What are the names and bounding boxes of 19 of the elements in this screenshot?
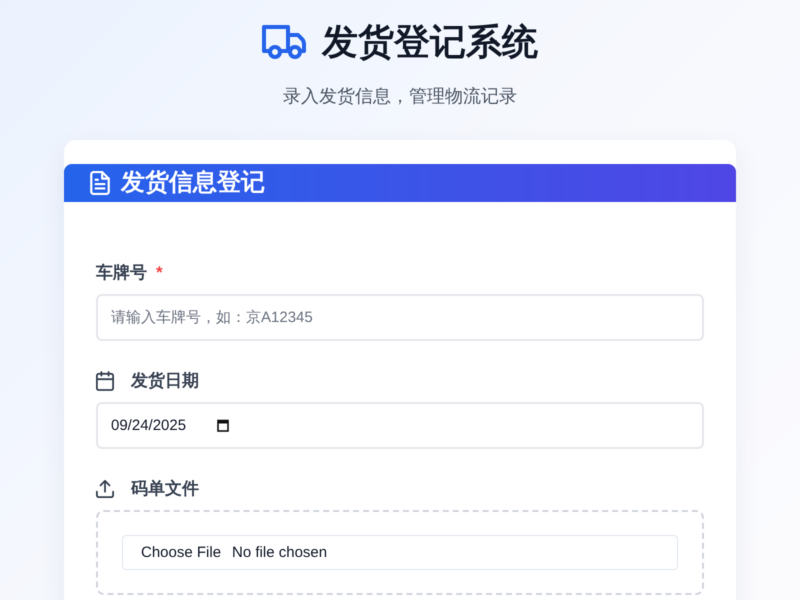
file-status-text: No file chosen (232, 544, 328, 561)
field-label: 发货日期 (131, 370, 199, 392)
file-drop-zone[interactable]: Choose File No file chosen (96, 510, 704, 595)
choose-file-button[interactable]: Choose File (141, 544, 222, 561)
field-label: 码单文件 (131, 478, 199, 500)
page-subtitle: 录入发货信息，管理物流记录 (282, 85, 518, 108)
date-field[interactable]: 09/24/2025 (96, 402, 704, 449)
truck-icon (262, 25, 306, 59)
upload-icon (96, 479, 114, 499)
field-label: 车牌号 (96, 262, 147, 284)
card-title: 发货信息登记 (121, 168, 265, 198)
calendar-icon[interactable] (217, 419, 230, 432)
calendar-icon (96, 371, 114, 391)
file-input-field[interactable]: Choose File No file chosen (122, 535, 678, 570)
date-value: 09/24/2025 (111, 417, 186, 434)
document-icon (90, 171, 110, 195)
required-mark: * (156, 262, 163, 284)
page-title: 发货登记系统 (322, 20, 538, 64)
input-field[interactable]: 请输入车牌号，如：京A12345 (96, 294, 704, 341)
